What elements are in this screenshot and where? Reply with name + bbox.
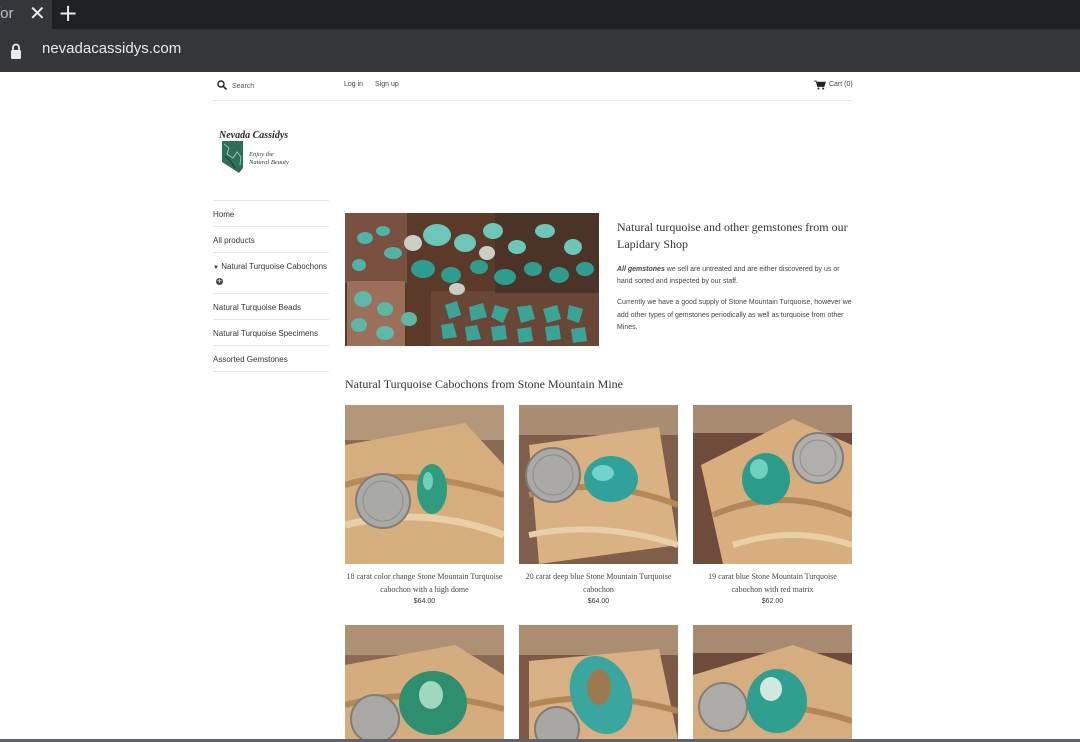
signup-link[interactable]: Sign up (375, 81, 399, 88)
product-title[interactable]: 20 carat deep blue Stone Mountain Turquo… (519, 570, 678, 596)
url-field[interactable]: nevadacassidys.com (42, 40, 181, 57)
hero-emphasis: All gemstones (617, 266, 665, 273)
hero-paragraph-1: All gemstones we sell are untreated and … (617, 264, 853, 288)
hero-gemstones-image (345, 213, 599, 346)
product-card[interactable] (693, 625, 852, 739)
sidebar-nav: Home All products ▼ Natural Turquoise Ca… (213, 200, 329, 372)
header-divider (213, 100, 853, 101)
hero-title: Natural turquoise and other gemstones fr… (617, 220, 848, 251)
product-title[interactable]: 19 carat blue Stone Mountain Turquoise c… (693, 570, 852, 596)
nav-item-all-products[interactable]: All products (213, 226, 329, 252)
svg-text:Nevada Cassidys: Nevada Cassidys (218, 130, 288, 141)
svg-text:Enjoy the: Enjoy the (248, 151, 274, 158)
lock-icon (11, 43, 21, 59)
product-image[interactable] (345, 625, 504, 739)
product-card[interactable]: 18 carat color change Stone Mountain Tur… (345, 405, 504, 608)
store-logo[interactable]: Nevada Cassidys Enjoy the Natural Beauty (215, 124, 325, 176)
product-card[interactable]: 19 carat blue Stone Mountain Turquoise c… (693, 405, 852, 608)
product-image[interactable] (345, 405, 504, 564)
nav-label: Home (213, 210, 235, 219)
product-image[interactable] (519, 625, 678, 739)
product-price: $64.00 (587, 598, 610, 605)
cart-link[interactable]: Cart (0) (829, 81, 853, 88)
address-bar: nevadacassidys.com (0, 29, 1080, 72)
product-card[interactable] (519, 625, 678, 739)
product-image[interactable] (693, 625, 852, 739)
caret-down-icon: ▼ (213, 265, 219, 271)
product-card[interactable] (345, 625, 504, 739)
nav-item-assorted[interactable]: Assorted Gemstones (213, 345, 329, 372)
section-title: Natural Turquoise Cabochons from Stone M… (345, 377, 623, 391)
close-icon[interactable]: ✕ (29, 3, 46, 23)
search-input[interactable] (232, 79, 332, 93)
tab-title: for (0, 5, 14, 22)
nav-label: Natural Turquoise Cabochons (221, 262, 328, 271)
nav-item-beads[interactable]: Natural Turquoise Beads (213, 293, 329, 319)
product-image[interactable] (519, 405, 678, 564)
expand-icon[interactable]: + (216, 278, 223, 286)
nav-item-specimens[interactable]: Natural Turquoise Specimens (213, 319, 329, 345)
cart-icon[interactable] (814, 80, 826, 90)
product-image[interactable] (693, 405, 852, 564)
nav-label: Assorted Gemstones (213, 355, 288, 364)
svg-text:Natural Beauty: Natural Beauty (248, 159, 289, 166)
product-price: $64.00 (413, 598, 436, 605)
search-icon[interactable] (217, 80, 227, 90)
product-price: $62.00 (761, 598, 784, 605)
browser-tab-strip: for ✕ + (0, 0, 1080, 29)
product-title[interactable]: 18 carat color change Stone Mountain Tur… (345, 570, 504, 596)
browser-tab[interactable]: for ✕ (0, 0, 52, 29)
nav-label: All products (213, 236, 255, 245)
new-tab-icon[interactable]: + (58, 1, 78, 25)
nav-item-home[interactable]: Home (213, 200, 329, 226)
nav-item-cabochons[interactable]: ▼ Natural Turquoise Cabochons + (213, 252, 329, 293)
nav-label: Natural Turquoise Specimens (213, 329, 318, 338)
login-link[interactable]: Log in (344, 81, 363, 88)
product-card[interactable]: 20 carat deep blue Stone Mountain Turquo… (519, 405, 678, 608)
nav-label: Natural Turquoise Beads (213, 303, 302, 312)
hero-paragraph-2: Currently we have a good supply of Stone… (617, 299, 852, 331)
